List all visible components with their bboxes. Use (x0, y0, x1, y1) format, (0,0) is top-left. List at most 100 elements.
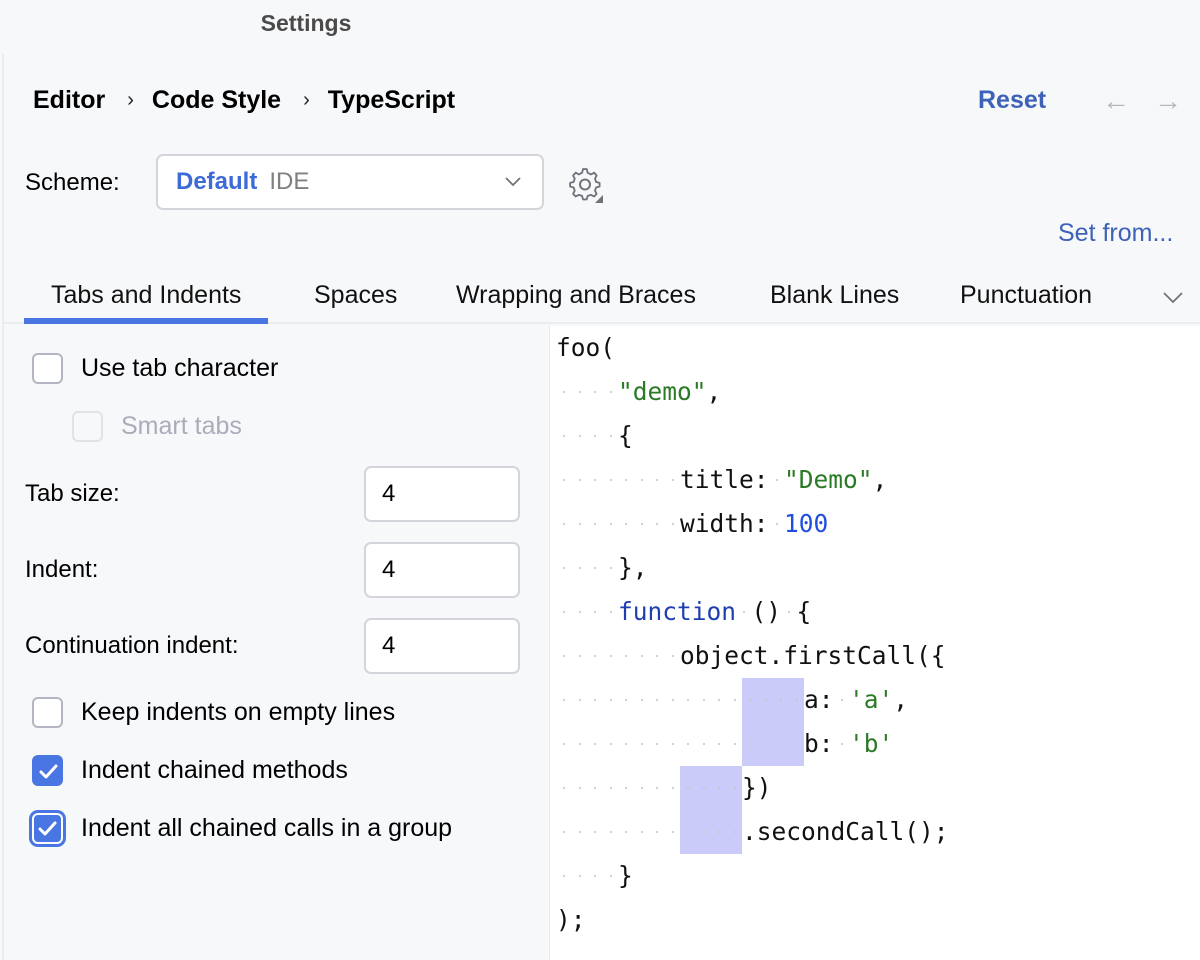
tab-spaces[interactable]: Spaces (314, 270, 397, 322)
whitespace-dot (665, 634, 681, 678)
whitespace-dot (556, 370, 572, 414)
whitespace-dot (556, 590, 572, 634)
tab-blank-lines[interactable]: Blank Lines (770, 270, 899, 322)
whitespace-dot (556, 414, 572, 458)
whitespace-dot (587, 810, 603, 854)
whitespace-dot (665, 766, 681, 810)
whitespace-dot (603, 854, 619, 898)
whitespace-dot (649, 458, 665, 502)
tab-bar: Tabs and Indents Spaces Wrapping and Bra… (4, 270, 1200, 324)
whitespace-dot (572, 370, 588, 414)
whitespace-dot (788, 678, 804, 722)
breadcrumb-separator-icon: › (303, 88, 310, 111)
indent-input[interactable] (364, 542, 520, 598)
whitespace-dot (695, 766, 711, 810)
whitespace-dot (572, 414, 588, 458)
tab-tabs-and-indents[interactable]: Tabs and Indents (23, 270, 269, 324)
whitespace-dot (572, 634, 588, 678)
checkbox-unchecked-icon (32, 697, 63, 728)
whitespace-dot (556, 502, 572, 546)
whitespace-dot (649, 634, 665, 678)
whitespace-dot (696, 678, 712, 722)
code-token: a: (804, 685, 834, 714)
code-token-kw: function (618, 597, 737, 626)
whitespace-dot (618, 458, 634, 502)
whitespace-dot (603, 766, 619, 810)
code-preview: foo("demo",{title: "Demo", width: 100}, func… (550, 326, 1200, 960)
more-tabs-chevron-icon[interactable] (1160, 284, 1186, 310)
whitespace-dot (711, 678, 727, 722)
code-token-str: 'b' (849, 729, 894, 758)
whitespace-dot (572, 766, 588, 810)
breadcrumb-separator-icon: › (127, 88, 134, 111)
whitespace-dot (603, 502, 619, 546)
breadcrumb-item-code-style[interactable]: Code Style (152, 86, 281, 115)
keep-indents-label: Keep indents on empty lines (81, 698, 396, 726)
whitespace-dot (680, 678, 696, 722)
tab-size-input[interactable] (364, 466, 520, 522)
indent-label: Indent: (25, 556, 99, 583)
whitespace-dot (680, 810, 696, 854)
code-line: } (556, 854, 633, 898)
whitespace-dot (726, 766, 742, 810)
whitespace-dot (603, 458, 619, 502)
code-token: title: (680, 465, 769, 494)
code-line: "demo", (556, 370, 721, 414)
whitespace-dot (603, 810, 619, 854)
tab-wrapping-and-braces[interactable]: Wrapping and Braces (456, 270, 696, 322)
whitespace-dot (736, 590, 752, 634)
whitespace-dot (587, 634, 603, 678)
whitespace-dot (649, 810, 665, 854)
code-token-str: "Demo" (784, 465, 873, 494)
whitespace-dot (665, 810, 681, 854)
whitespace-dot (572, 854, 588, 898)
whitespace-dot (634, 766, 650, 810)
whitespace-dot (603, 590, 619, 634)
whitespace-dot (665, 502, 681, 546)
whitespace-dot (649, 766, 665, 810)
whitespace-dot (680, 766, 696, 810)
whitespace-dot (781, 590, 797, 634)
use-tab-character-checkbox[interactable]: Use tab character (32, 353, 278, 384)
indent-all-chained-calls-checkbox[interactable]: Indent all chained calls in a group (32, 813, 452, 844)
whitespace-dot (634, 722, 650, 766)
indent-chained-methods-checkbox[interactable]: Indent chained methods (32, 755, 348, 786)
code-token-num: 100 (784, 509, 829, 538)
whitespace-dot (665, 458, 681, 502)
continuation-indent-input[interactable] (364, 618, 520, 674)
breadcrumb-item-editor[interactable]: Editor (33, 86, 105, 115)
whitespace-dot (634, 810, 650, 854)
whitespace-dot (769, 458, 785, 502)
gear-icon[interactable] (566, 166, 604, 204)
whitespace-dot (556, 678, 572, 722)
whitespace-dot (665, 678, 681, 722)
whitespace-dot (649, 502, 665, 546)
whitespace-dot (572, 810, 588, 854)
whitespace-dot (556, 458, 572, 502)
keep-indents-on-empty-lines-checkbox[interactable]: Keep indents on empty lines (32, 697, 395, 728)
whitespace-dot (556, 722, 572, 766)
code-token: b: (804, 729, 834, 758)
forward-arrow-icon[interactable]: → (1153, 86, 1183, 116)
whitespace-dot (587, 766, 603, 810)
indent-all-chained-calls-label: Indent all chained calls in a group (81, 814, 453, 842)
whitespace-dot (603, 678, 619, 722)
checkbox-disabled-icon (72, 411, 103, 442)
scheme-dropdown[interactable]: Default IDE (156, 154, 544, 210)
whitespace-dot (649, 722, 665, 766)
code-token: foo( (556, 333, 616, 362)
whitespace-dot (618, 678, 634, 722)
whitespace-dot (711, 766, 727, 810)
code-line: ); (556, 898, 586, 942)
indent-chained-methods-label: Indent chained methods (81, 756, 348, 784)
checkmark-icon (32, 755, 63, 786)
whitespace-dot (742, 678, 758, 722)
whitespace-dot (556, 546, 572, 590)
reset-link[interactable]: Reset (978, 80, 1046, 120)
whitespace-dot (665, 722, 681, 766)
whitespace-dot (727, 678, 743, 722)
tab-punctuation[interactable]: Punctuation (960, 270, 1092, 322)
back-arrow-icon[interactable]: ← (1101, 86, 1131, 116)
set-from-link[interactable]: Set from... (1058, 214, 1173, 252)
code-token: } (618, 861, 633, 890)
